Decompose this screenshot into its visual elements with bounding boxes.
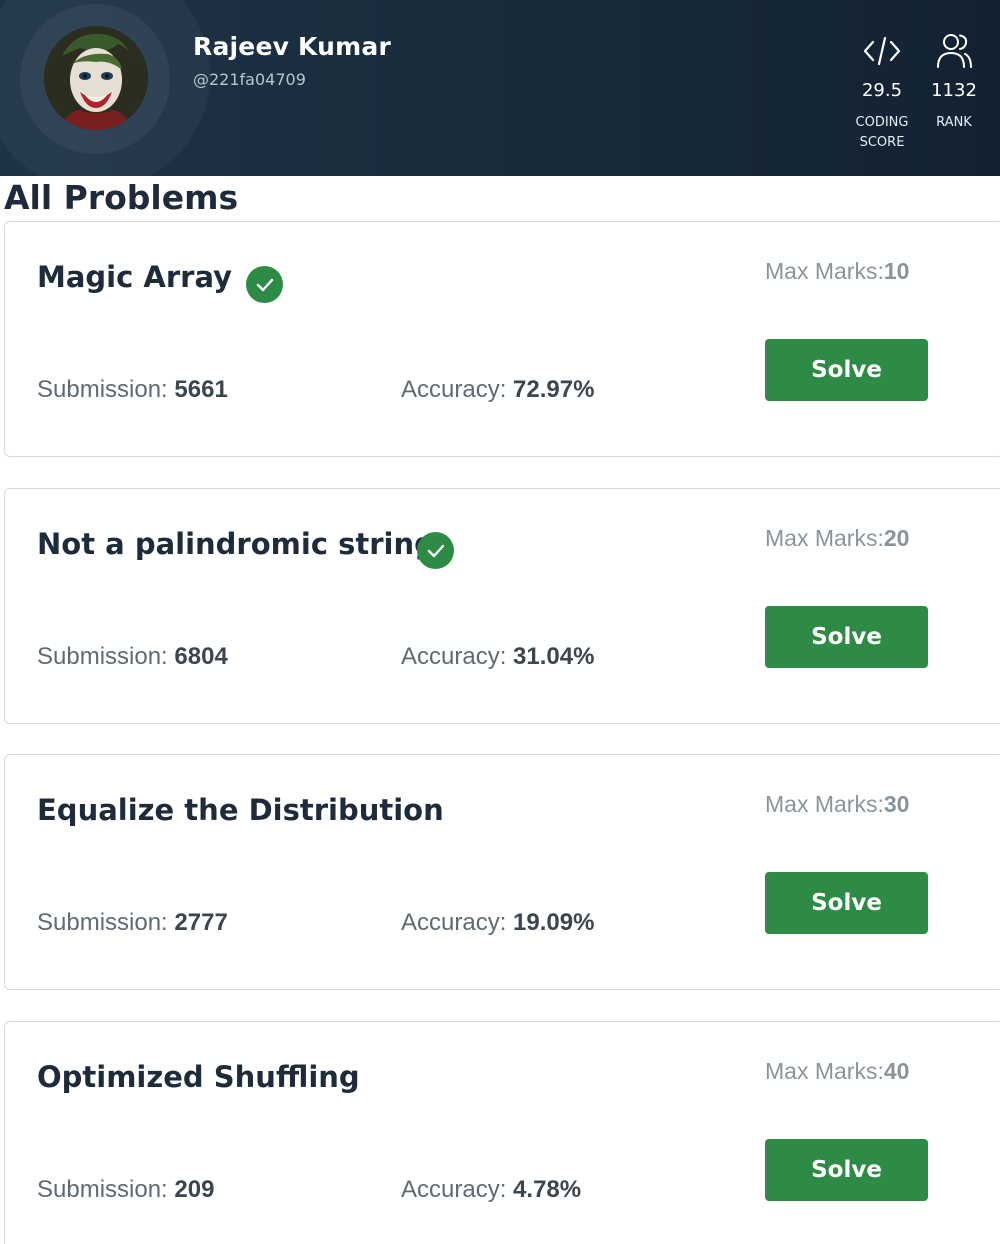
user-name: Rajeev Kumar: [193, 32, 391, 61]
submission-count: Submission: 2777: [37, 909, 228, 937]
max-marks: Max Marks:20: [765, 525, 909, 552]
solve-button[interactable]: Solve: [765, 872, 928, 934]
max-marks-value: 40: [883, 1058, 910, 1084]
max-marks-label: Max Marks:: [765, 1058, 884, 1084]
submission-label: Submission:: [37, 1176, 168, 1203]
problem-card[interactable]: Magic Array Max Marks:10 Solve Submissio…: [4, 221, 1000, 457]
coding-score-value: 29.5: [861, 80, 903, 101]
user-handle: @221fa04709: [193, 70, 306, 89]
accuracy-label: Accuracy:: [401, 643, 507, 670]
submission-count: Submission: 6804: [37, 643, 228, 671]
solve-button[interactable]: Solve: [765, 339, 928, 401]
submission-label: Submission:: [37, 643, 168, 670]
solved-check-icon: [246, 266, 283, 303]
max-marks-label: Max Marks:: [765, 525, 884, 551]
submission-value: 2777: [174, 909, 228, 936]
accuracy: Accuracy: 31.04%: [401, 643, 594, 671]
submission-value: 209: [174, 1176, 215, 1203]
problem-card[interactable]: Equalize the Distribution Max Marks:30 S…: [4, 754, 1000, 990]
problem-card[interactable]: Optimized Shuffling Max Marks:40 Solve S…: [4, 1021, 1000, 1244]
solve-button[interactable]: Solve: [765, 1139, 928, 1201]
solve-button[interactable]: Solve: [765, 606, 928, 668]
max-marks-label: Max Marks:: [765, 258, 884, 284]
profile-header: Rajeev Kumar @221fa04709 29.5 CODING SCO…: [0, 0, 1000, 176]
max-marks: Max Marks:40: [765, 1058, 909, 1085]
coding-score-label-line2: SCORE: [859, 135, 905, 150]
accuracy-label: Accuracy:: [401, 376, 507, 403]
avatar[interactable]: [44, 26, 148, 130]
rank-value: 1132: [931, 80, 977, 101]
max-marks-label: Max Marks:: [765, 791, 884, 817]
rank-label: RANK: [936, 115, 972, 130]
coding-score-label-line1: CODING: [855, 115, 909, 130]
problem-title[interactable]: Optimized Shuffling: [37, 1060, 360, 1094]
submission-value: 6804: [174, 643, 228, 670]
accuracy: Accuracy: 72.97%: [401, 376, 594, 404]
submission-label: Submission:: [37, 909, 168, 936]
submission-value: 5661: [174, 376, 228, 403]
coding-score-stat: 29.5 CODING SCORE: [842, 30, 922, 153]
submission-count: Submission: 209: [37, 1176, 214, 1204]
page-title: All Problems: [4, 178, 239, 217]
coding-score-label: CODING SCORE: [842, 113, 922, 153]
accuracy-value: 72.97%: [513, 376, 595, 403]
max-marks: Max Marks:10: [765, 258, 909, 285]
max-marks: Max Marks:30: [765, 791, 909, 818]
max-marks-value: 20: [883, 525, 910, 551]
accuracy-label: Accuracy:: [401, 909, 507, 936]
accuracy-value: 4.78%: [513, 1176, 582, 1203]
max-marks-value: 30: [883, 791, 910, 817]
accuracy: Accuracy: 19.09%: [401, 909, 594, 937]
accuracy: Accuracy: 4.78%: [401, 1176, 581, 1204]
accuracy-label: Accuracy:: [401, 1176, 507, 1203]
code-icon: [842, 30, 922, 72]
problem-title[interactable]: Magic Array: [37, 260, 232, 294]
accuracy-value: 31.04%: [513, 643, 595, 670]
max-marks-value: 10: [883, 258, 910, 284]
problem-card[interactable]: Not a palindromic string Max Marks:20 So…: [4, 488, 1000, 724]
users-icon: [914, 30, 994, 72]
rank-stat: 1132 RANK: [914, 30, 994, 133]
solved-check-icon: [417, 532, 454, 569]
problem-title[interactable]: Equalize the Distribution: [37, 793, 444, 827]
avatar-icon: [44, 26, 148, 130]
problem-title[interactable]: Not a palindromic string: [37, 527, 435, 561]
submission-label: Submission:: [37, 376, 168, 403]
accuracy-value: 19.09%: [513, 909, 595, 936]
submission-count: Submission: 5661: [37, 376, 228, 404]
